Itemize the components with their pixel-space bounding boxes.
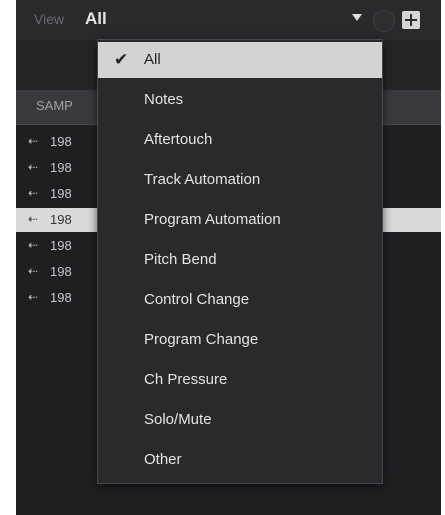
menu-item-label: Control Change: [144, 291, 250, 308]
menu-item-label: Pitch Bend: [144, 251, 217, 268]
menu-item-label: Program Change: [144, 331, 259, 348]
menu-item-label: Aftertouch: [144, 131, 213, 148]
menu-item-notes[interactable]: Notes: [98, 82, 382, 118]
event-arrow-icon: ⇠: [28, 212, 39, 226]
menu-item-program-change[interactable]: Program Change: [98, 322, 382, 358]
checkmark-icon: ✔: [114, 50, 129, 69]
menu-item-label: Solo/Mute: [144, 411, 212, 428]
menu-item-program-automation[interactable]: Program Automation: [98, 202, 382, 238]
menu-item-label: Program Automation: [144, 211, 281, 228]
list-item-label: 198: [50, 134, 72, 149]
menu-item-all[interactable]: ✔ All: [98, 42, 382, 78]
menu-item-control-change[interactable]: Control Change: [98, 282, 382, 318]
view-label: View: [34, 11, 65, 27]
grid-icon[interactable]: [402, 11, 420, 29]
menu-item-aftertouch[interactable]: Aftertouch: [98, 122, 382, 158]
event-arrow-icon: ⇠: [28, 264, 39, 278]
toolbar: View All: [16, 0, 441, 41]
event-arrow-icon: ⇠: [28, 186, 39, 200]
menu-item-ch-pressure[interactable]: Ch Pressure: [98, 362, 382, 398]
list-item-label: 198: [50, 212, 72, 227]
record-icon[interactable]: [373, 10, 395, 32]
menu-item-label: Notes: [144, 91, 184, 108]
event-arrow-icon: ⇠: [28, 134, 39, 148]
menu-item-pitch-bend[interactable]: Pitch Bend: [98, 242, 382, 278]
list-item-label: 198: [50, 238, 72, 253]
menu-item-label: Other: [144, 451, 182, 468]
view-filter-menu: ✔ All Notes Aftertouch Track Automation Progr…: [97, 39, 383, 484]
event-arrow-icon: ⇠: [28, 290, 39, 304]
menu-item-label: All: [144, 51, 161, 68]
menu-item-track-automation[interactable]: Track Automation: [98, 162, 382, 198]
list-item-label: 198: [50, 290, 72, 305]
event-arrow-icon: ⇠: [28, 160, 39, 174]
view-select-value[interactable]: All: [85, 9, 107, 29]
list-item-label: 198: [50, 160, 72, 175]
column-header-label: SAMP: [36, 98, 73, 113]
menu-item-label: Track Automation: [144, 171, 261, 188]
editor-panel: View All SAMP ⇠ 198 ⇠ 198 ⇠ 198 ⇠ 198 ⇠ 198 ⇠ 198 ⇠ 1…: [16, 0, 441, 515]
menu-item-other[interactable]: Other: [98, 442, 382, 478]
list-item-label: 198: [50, 186, 72, 201]
menu-item-label: Ch Pressure: [144, 371, 228, 388]
list-item-label: 198: [50, 264, 72, 279]
menu-item-solo-mute[interactable]: Solo/Mute: [98, 402, 382, 438]
event-arrow-icon: ⇠: [28, 238, 39, 252]
chevron-down-icon[interactable]: [352, 14, 362, 21]
